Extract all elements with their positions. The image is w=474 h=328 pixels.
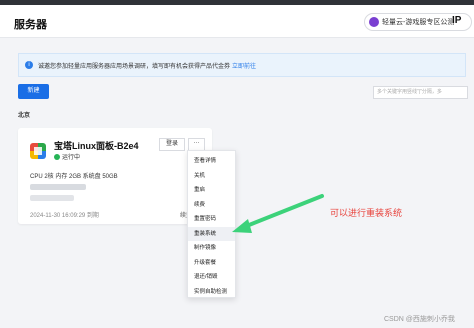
watermark: CSDN @西施刺小乔我 — [384, 316, 455, 323]
menu-item-create-image[interactable]: 制作镜像 — [188, 241, 235, 256]
more-menu: 查看详情 关机 重启 续费 重置密码 重装系统 制作镜像 升级套餐 退还/销毁 … — [187, 150, 236, 298]
menu-item-details[interactable]: 查看详情 — [188, 154, 235, 169]
menu-item-reinstall-system[interactable]: 重装系统 — [188, 226, 235, 241]
new-button[interactable]: 新建 — [18, 84, 49, 99]
expiry-date: 2024-11-30 16:09:29 到期 — [30, 213, 99, 219]
menu-item-shutdown[interactable]: 关机 — [188, 169, 235, 184]
page-title: 服务器 — [14, 19, 47, 31]
top-strip — [0, 0, 474, 5]
notice-link[interactable]: 立即前往 — [232, 61, 256, 70]
ip-address-redacted — [30, 184, 86, 190]
running-icon — [54, 153, 60, 160]
menu-item-upgrade-plan[interactable]: 升级套餐 — [188, 256, 235, 271]
top-bar: 服务器 轻量云-游戏服专区公测 IP — [0, 0, 474, 38]
region-icon — [369, 17, 379, 27]
notice-text: 诚邀您参加轻量应用服务器应用场景调研，填写即有机会获得产品代金券 — [38, 63, 231, 70]
server-card: 宝塔Linux面板-B2e4 运行中 登录 ··· CPU 2核 内存 2GB … — [18, 128, 212, 224]
login-button[interactable]: 登录 — [159, 138, 185, 151]
region-title: 北京 — [18, 113, 31, 119]
menu-item-reset-password[interactable]: 重置密码 — [188, 212, 235, 227]
ip-address-redacted-2 — [30, 195, 74, 201]
bt-panel-icon — [30, 143, 46, 159]
menu-item-refund[interactable]: 退还/销毁 — [188, 270, 235, 285]
menu-item-renew[interactable]: 续费 — [188, 198, 235, 213]
ip-label: IP — [452, 15, 462, 26]
annotation-text: 可以进行重装系统 — [330, 208, 403, 218]
server-name[interactable]: 宝塔Linux面板-B2e4 — [54, 139, 139, 152]
menu-item-self-check[interactable]: 实例自助检测 — [188, 285, 235, 300]
server-specs: CPU 2核 内存 2GB 系统盘 50GB — [30, 174, 118, 180]
search-input[interactable]: 多个关键字用竖线"|"分隔，多 — [373, 86, 468, 99]
status-badge: 运行中 — [54, 152, 80, 161]
arrow-shaft — [242, 194, 324, 229]
menu-item-restart[interactable]: 重启 — [188, 183, 235, 198]
region-selector-label: 轻量云-游戏服专区公测 — [382, 19, 455, 26]
status-text: 运行中 — [62, 155, 81, 161]
notice-banner: i 诚邀您参加轻量应用服务器应用场景调研，填写即有机会获得产品代金券 立即前往 — [18, 53, 466, 77]
info-icon: i — [25, 61, 33, 69]
